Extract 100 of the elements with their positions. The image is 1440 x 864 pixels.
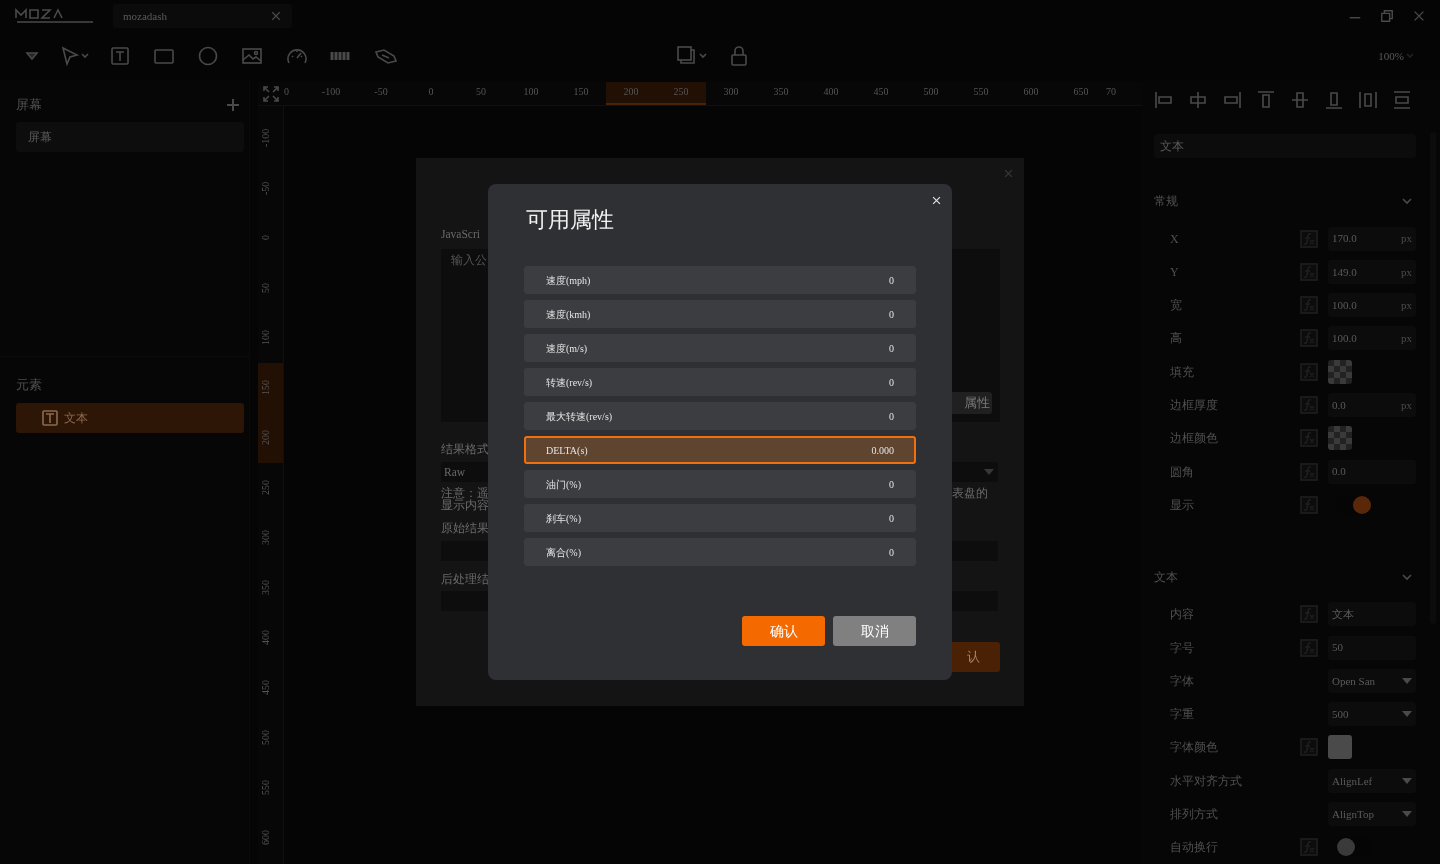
color-swatch[interactable] — [1327, 426, 1352, 451]
property-item[interactable]: 转速(rev/s) 0 — [524, 368, 916, 396]
confirm-button[interactable]: 认 — [952, 642, 1000, 672]
formula-icon[interactable] — [1299, 838, 1318, 857]
formula-icon[interactable] — [1299, 738, 1318, 757]
ruler-label: 450 — [259, 679, 272, 698]
code-editor[interactable]: 输入公 — [441, 249, 488, 422]
select-field[interactable]: Raw — [441, 462, 488, 482]
field-value: 0.0 — [1331, 397, 1346, 413]
align-icon[interactable] — [1357, 89, 1378, 110]
number-field[interactable]: 100.0 px — [1327, 326, 1416, 351]
text-field[interactable]: 0.0 — [1327, 459, 1416, 484]
formula-icon[interactable] — [1299, 429, 1318, 448]
property-name: 刹车(%) — [546, 511, 581, 526]
property-item[interactable]: 最大转速(rev/s) 0 — [524, 402, 916, 430]
text-tool-icon[interactable] — [110, 46, 130, 66]
property-name: DELTA(s) — [546, 443, 588, 458]
number-field[interactable]: 149.0 px — [1327, 259, 1416, 284]
property-item[interactable]: 油门(%) 0 — [524, 470, 916, 498]
unit-label: px — [1400, 264, 1412, 280]
circle-icon[interactable] — [198, 46, 218, 66]
number-field[interactable]: 170.0 px — [1327, 226, 1416, 251]
ruler-label: 0 — [427, 85, 435, 99]
list-item[interactable]: 屏幕 — [16, 122, 244, 152]
select-field[interactable]: 500 — [1327, 702, 1416, 727]
ruler-label: 200 — [258, 413, 283, 463]
align-icon[interactable] — [1289, 89, 1310, 110]
rectangle-icon[interactable] — [154, 46, 174, 66]
confirm-button[interactable]: 确认 — [742, 616, 825, 646]
properties-button[interactable]: 属性 — [952, 392, 992, 414]
number-field[interactable]: 0.0 px — [1327, 392, 1416, 417]
image-icon[interactable] — [242, 46, 262, 66]
property-item[interactable]: 速度(mph) 0 — [524, 266, 916, 294]
field-label: 内容 — [1168, 606, 1195, 624]
select-field[interactable]: AlignLef — [1327, 768, 1416, 793]
app-tab[interactable]: mozadash — [113, 4, 292, 28]
text-field[interactable]: 文本 — [1327, 602, 1416, 627]
align-icon[interactable] — [1221, 89, 1242, 110]
gauge-icon[interactable] — [286, 46, 308, 66]
text-field[interactable]: 50 — [1327, 635, 1416, 660]
ruler-label: 150 — [258, 363, 283, 413]
align-icon[interactable] — [1255, 89, 1276, 110]
text-field[interactable] — [441, 541, 488, 561]
select-value: AlignLef — [1331, 773, 1373, 789]
property-item[interactable]: 速度(kmh) 0 — [524, 300, 916, 328]
chevron-icon[interactable] — [1402, 196, 1412, 207]
align-icon[interactable] — [1187, 89, 1208, 110]
text-field[interactable] — [952, 591, 998, 611]
formula-icon[interactable] — [1299, 638, 1318, 657]
name-field[interactable]: 文本 — [1153, 134, 1416, 158]
field-label: 排列方式 — [1168, 806, 1219, 823]
property-item[interactable]: 离合(%) 0 — [524, 538, 916, 566]
add-icon[interactable] — [227, 99, 239, 111]
formula-icon[interactable] — [1299, 296, 1318, 315]
formula-icon[interactable] — [1299, 262, 1318, 281]
layers-icon[interactable] — [676, 45, 710, 67]
align-icon[interactable] — [1391, 89, 1412, 110]
number-field[interactable]: 100.0 px — [1327, 293, 1416, 318]
text-field[interactable] — [441, 591, 488, 611]
formula-icon[interactable] — [1299, 495, 1318, 514]
property-item[interactable]: 速度(m/s) 0 — [524, 334, 916, 362]
ruler-label: 300 — [722, 85, 740, 99]
ruler-label: 550 — [972, 85, 990, 99]
pointer-icon[interactable] — [60, 46, 90, 66]
select-field[interactable]: AlignTop — [1327, 802, 1416, 826]
property-name: 离合(%) — [546, 545, 581, 560]
color-swatch[interactable] — [1327, 359, 1352, 384]
formula-icon[interactable] — [1299, 605, 1318, 624]
align-icon[interactable] — [1153, 89, 1174, 110]
ruler-label: 200 — [606, 82, 656, 105]
formula-icon[interactable] — [1299, 362, 1318, 381]
property-name: 速度(kmh) — [546, 307, 591, 322]
cancel-button[interactable]: 取消 — [833, 616, 916, 646]
text-field[interactable] — [952, 541, 998, 561]
formula-icon[interactable] — [1299, 229, 1318, 248]
chevron-icon[interactable] — [1402, 572, 1412, 583]
formula-icon[interactable] — [1299, 329, 1318, 348]
ruler-label: 50 — [475, 85, 487, 99]
select-value: AlignTop — [1331, 806, 1374, 822]
ruler-label: 100 — [259, 329, 272, 348]
restore-icon[interactable] — [1380, 9, 1394, 23]
property-item[interactable]: DELTA(s) 0.000 — [524, 436, 916, 464]
ruler-label: -100 — [320, 85, 342, 99]
formula-icon[interactable] — [1299, 462, 1318, 481]
property-item[interactable]: 刹车(%) 0 — [524, 504, 916, 532]
color-swatch[interactable] — [1327, 735, 1352, 760]
property-name: 最大转速(rev/s) — [546, 409, 613, 424]
select-field[interactable] — [952, 462, 998, 482]
formula-icon[interactable] — [1299, 395, 1318, 414]
select-field[interactable]: Open San — [1327, 668, 1416, 693]
property-value: 0 — [889, 477, 894, 492]
unit-label: px — [1400, 231, 1412, 247]
align-icon[interactable] — [1323, 89, 1344, 110]
fullscreen-icon[interactable] — [263, 85, 279, 102]
list-item[interactable]: 文本 — [16, 402, 244, 433]
field-value: 149.0 — [1331, 264, 1357, 280]
lock-icon[interactable] — [730, 45, 748, 67]
track-icon[interactable] — [374, 46, 398, 66]
zoom-dropdown[interactable]: 100% — [1378, 47, 1414, 65]
field-label: 结果格式 — [441, 443, 489, 455]
